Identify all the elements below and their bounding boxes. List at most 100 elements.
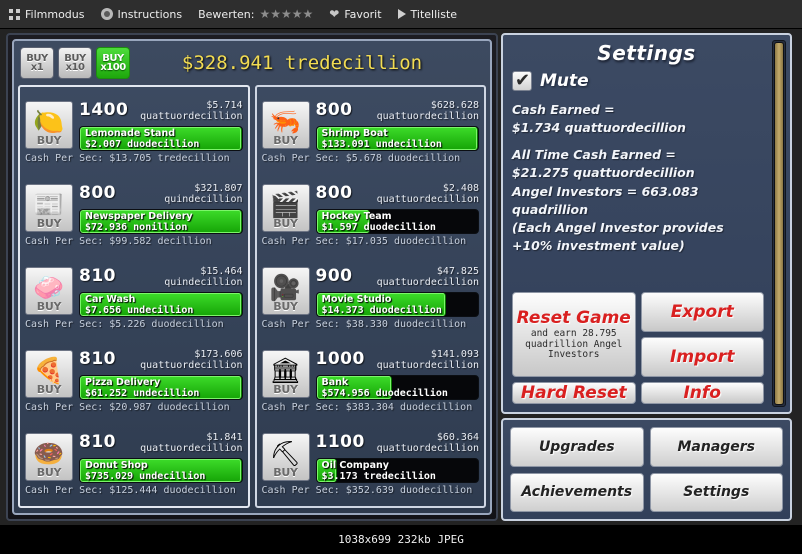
buy-multiplier-strip: BUY x1 BUY x10 BUY x100 $328.941 tredecillion <box>14 41 490 85</box>
nav-upgrades-button[interactable]: Upgrades <box>510 427 644 467</box>
business-cost: $2.408 quattuordecillion <box>377 183 479 206</box>
buy-multiplier-line2: x1 <box>30 62 44 73</box>
business-cost-unit: quattuordecillion <box>140 443 243 454</box>
buy-multiplier-x1[interactable]: BUY x1 <box>20 47 54 79</box>
export-button[interactable]: Export <box>640 292 764 332</box>
bank-icon[interactable]: 🏛 BUY <box>261 350 310 398</box>
reset-game-sublabel: and earn 28.795 quadrillion Angel Invest… <box>525 327 623 361</box>
cash-earned-label: Cash Earned = <box>512 102 615 117</box>
business-cost-unit: quattuordecillion <box>376 194 479 205</box>
business-progress-bar: Newspaper Delivery $72.936 nonillion <box>79 208 243 234</box>
business-progress-bar: Hockey Team $1.597 duodecillion <box>315 208 479 234</box>
reset-game-button[interactable]: Reset Game and earn 28.795 quadrillion A… <box>512 292 636 377</box>
export-label: Export <box>670 302 734 322</box>
titlelist-button[interactable]: Titelliste <box>397 8 457 21</box>
buy-multiplier-line2: x100 <box>100 62 126 73</box>
play-triangle-icon <box>397 9 406 19</box>
business-name: Newspaper Delivery <box>85 210 193 222</box>
business-cost-amount: $628.628 <box>430 99 479 111</box>
nav-achievements-button[interactable]: Achievements <box>510 472 644 512</box>
buy-label: BUY <box>36 466 62 479</box>
business-row: 🏛 BUY 1000 $141.093 quattuordecillion Bank $57… <box>257 338 485 421</box>
mute-checkbox[interactable] <box>512 70 532 91</box>
business-glyph: 🍕 <box>33 356 65 385</box>
buy-multiplier-x100[interactable]: BUY x100 <box>96 47 130 79</box>
image-info-text: 1038x699 232kb JPEG <box>338 533 464 546</box>
lemon-icon[interactable]: 🍋 BUY <box>25 101 73 149</box>
settings-title: Settings <box>597 41 696 65</box>
business-revenue: $72.936 nonillion <box>85 222 188 234</box>
business-glyph: 📰 <box>33 190 65 219</box>
business-revenue: $735.029 undecillion <box>85 471 206 483</box>
business-bar-text: Car Wash $7.656 undecillion <box>85 293 239 316</box>
business-cost-amount: $321.807 <box>194 182 243 194</box>
buy-multiplier-x10[interactable]: BUY x10 <box>58 47 92 79</box>
business-glyph: ⛏ <box>269 439 302 468</box>
buy-multiplier-group: BUY x1 BUY x10 BUY x100 <box>20 47 130 79</box>
business-header: 800 $628.628 quattuordecillion <box>316 100 480 123</box>
business-cash-per-sec: Cash Per Sec: $38.330 duodecillion <box>261 318 467 330</box>
hockey-icon[interactable]: 🎬 BUY <box>261 184 310 232</box>
business-cost-amount: $141.093 <box>430 348 479 360</box>
business-name: Car Wash <box>85 293 136 305</box>
business-cost-unit: quattuordecillion <box>376 277 479 288</box>
business-row-top: ⛏ BUY 1100 $60.364 quattuordecillion Oil Comp… <box>261 432 479 483</box>
business-cost: $1.841 quattuordecillion <box>140 432 242 455</box>
shrimp-icon[interactable]: 🦐 BUY <box>261 101 310 149</box>
business-cost-amount: $15.464 <box>200 265 243 277</box>
nav-managers-label: Managers <box>677 438 756 455</box>
mute-row[interactable]: Mute <box>512 70 781 91</box>
pizza-icon[interactable]: 🍕 BUY <box>25 350 73 398</box>
business-header: 810 $15.464 quindecillion <box>79 266 243 289</box>
business-cost: $5.714 quattuordecillion <box>140 100 242 123</box>
nav-managers-button[interactable]: Managers <box>649 427 783 467</box>
business-cost-unit: quattuordecillion <box>376 111 479 122</box>
business-glyph: 🦐 <box>269 107 302 136</box>
business-progress-bar: Donut Shop $735.029 undecillion <box>79 457 243 483</box>
film-mode-button[interactable]: Filmmodus <box>9 8 85 21</box>
star-rating-icon[interactable]: ★★★★★ <box>259 7 313 21</box>
import-button[interactable]: Import <box>640 337 764 377</box>
business-name: Donut Shop <box>85 459 148 471</box>
buy-label: BUY <box>273 383 298 396</box>
business-cash-per-sec: Cash Per Sec: $5.678 duodecillion <box>261 152 461 164</box>
business-cost-amount: $173.606 <box>194 348 243 360</box>
newspaper-icon[interactable]: 📰 BUY <box>25 184 73 232</box>
hard-reset-button[interactable]: Hard Reset <box>512 382 636 404</box>
oil-pump-icon[interactable]: ⛏ BUY <box>261 433 310 481</box>
business-count: 810 <box>79 348 116 369</box>
business-cost-amount: $2.408 <box>442 182 479 194</box>
business-bar-text: Hockey Team $1.597 duodecillion <box>322 211 476 233</box>
business-name: Pizza Delivery <box>85 376 161 388</box>
nav-settings-button[interactable]: Settings <box>649 472 783 512</box>
rating-control[interactable]: Bewerten: ★★★★★ <box>198 7 313 21</box>
business-details: 800 $321.807 quindecillion Newspaper Delive… <box>79 183 243 234</box>
info-button[interactable]: Info <box>640 382 764 404</box>
instructions-button[interactable]: Instructions <box>100 8 182 21</box>
business-cost-unit: quattuordecillion <box>376 360 479 371</box>
business-progress-bar: Bank $574.956 duodecillion <box>315 374 479 400</box>
business-name: Movie Studio <box>321 293 392 305</box>
settings-scrollbar-thumb[interactable] <box>774 42 784 405</box>
business-progress-bar: Pizza Delivery $61.252 undecillion <box>79 374 243 400</box>
donut-icon[interactable]: 🍩 BUY <box>25 433 73 481</box>
all-time-cash-label: All Time Cash Earned = <box>512 147 676 163</box>
business-progress-bar: Movie Studio $14.373 duodecillion <box>315 291 479 317</box>
favorite-label: Favorit <box>344 7 382 21</box>
business-count: 810 <box>79 431 116 452</box>
business-cost-unit: quindecillion <box>164 194 243 205</box>
business-cost: $321.807 quindecillion <box>164 183 242 206</box>
settings-scrollbar[interactable] <box>772 40 786 407</box>
carwash-icon[interactable]: 🧼 BUY <box>25 267 73 315</box>
movie-camera-icon[interactable]: 🎥 BUY <box>261 267 310 315</box>
business-cost-amount: $1.841 <box>206 431 243 443</box>
business-revenue: $14.373 duodecillion <box>321 305 442 317</box>
business-cost: $15.464 quindecillion <box>164 266 242 289</box>
business-cash-per-sec: Cash Per Sec: $5.226 duodecillion <box>25 318 224 330</box>
business-columns: 🍋 BUY 1400 $5.714 quattuordecillion Lemonade … <box>14 85 490 513</box>
business-header: 800 $2.408 quattuordecillion <box>316 183 480 206</box>
business-cost: $628.628 quattuordecillion <box>377 100 479 123</box>
business-revenue: $133.091 undecillion <box>321 139 442 151</box>
favorite-button[interactable]: ❤ Favorit <box>329 8 381 21</box>
business-details: 810 $173.606 quattuordecillion Pizza Delive… <box>79 349 243 400</box>
